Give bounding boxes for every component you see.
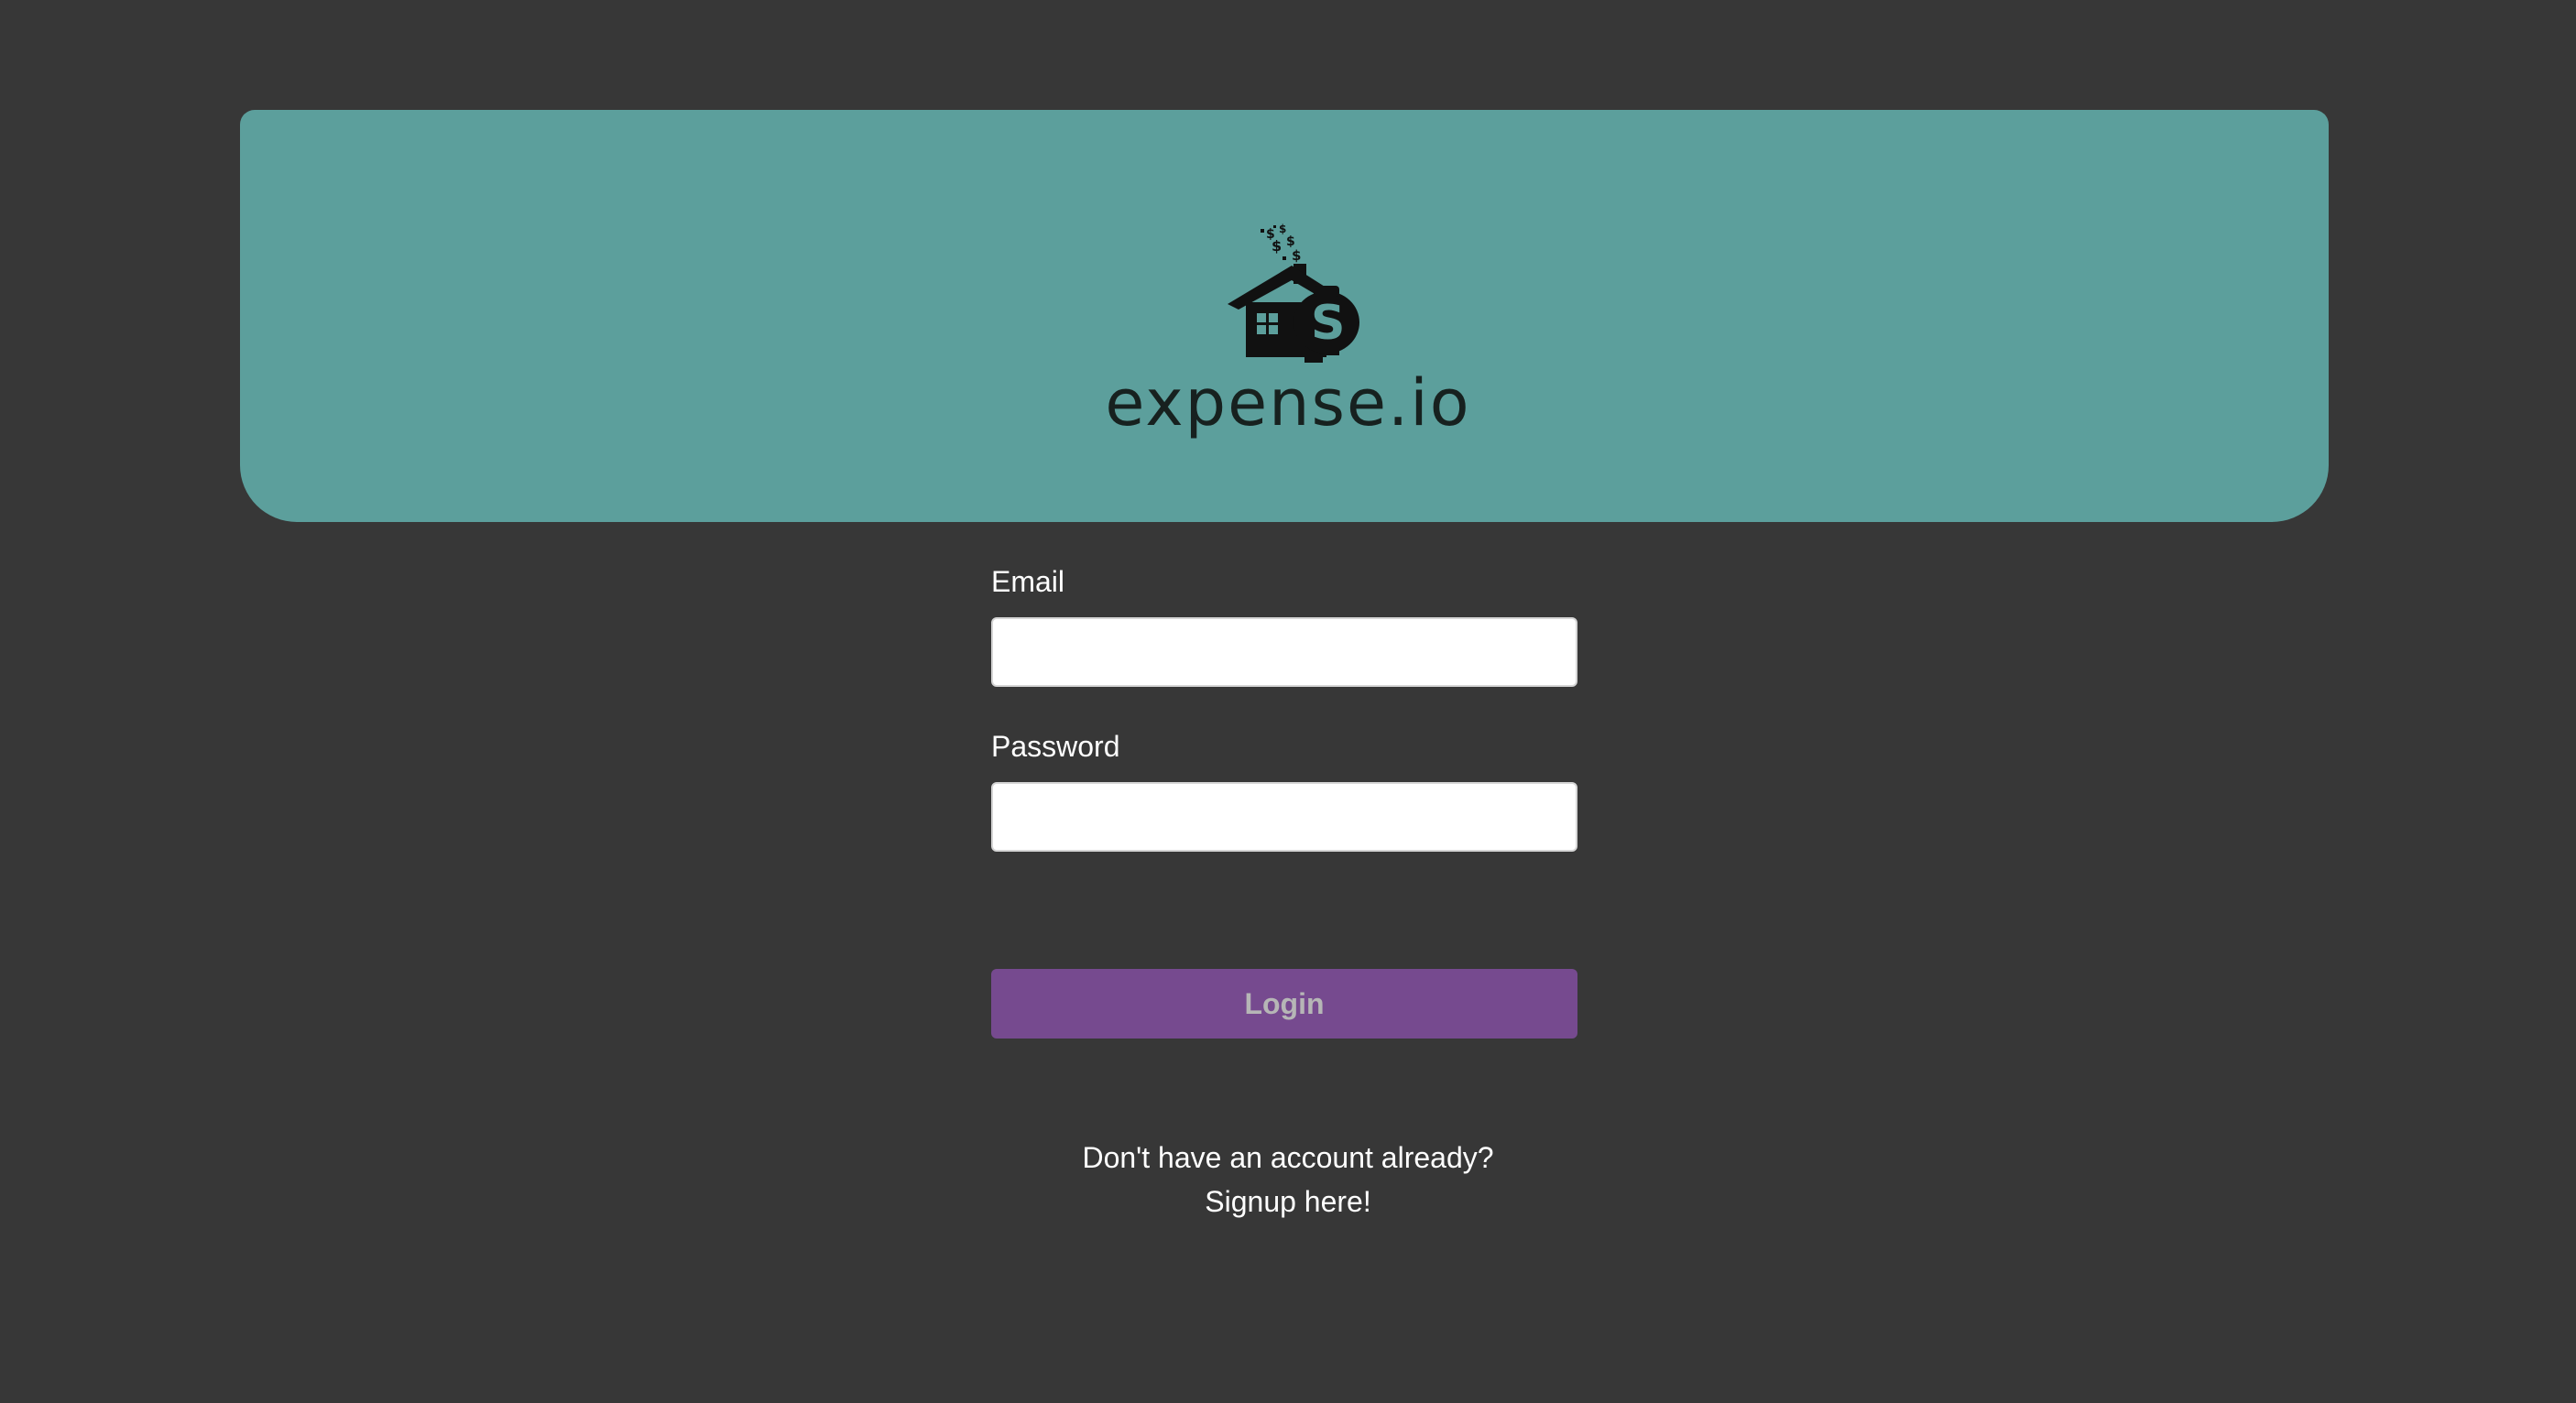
signup-prompt: Don't have an account already?	[1082, 1141, 1494, 1174]
signup-link[interactable]: Signup here!	[0, 1180, 2576, 1224]
login-form: Email Password Login	[991, 559, 1577, 1039]
email-label: Email	[991, 565, 1065, 598]
svg-text:$: $	[1292, 247, 1301, 264]
password-field[interactable]	[991, 782, 1577, 852]
login-button[interactable]: Login	[991, 969, 1577, 1039]
svg-text:$: $	[1272, 237, 1282, 255]
svg-text:$: $	[1279, 223, 1286, 235]
svg-text:S: S	[1311, 296, 1345, 351]
brand-name: expense.io	[1105, 365, 1471, 440]
signup-section: Don't have an account already? Signup he…	[0, 1136, 2576, 1224]
email-field[interactable]	[991, 617, 1577, 687]
house-money-icon: $ $ $ $ $ S	[1191, 220, 1392, 366]
login-page: $ $ $ $ $ S expense.io Email Password Lo…	[0, 0, 2576, 1403]
password-label: Password	[991, 730, 1120, 763]
